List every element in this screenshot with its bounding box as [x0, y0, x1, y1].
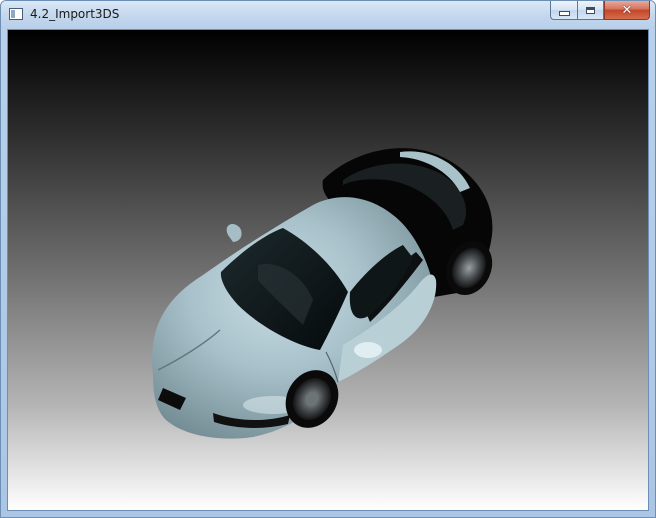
car-render	[152, 148, 493, 439]
close-button[interactable]: ✕	[604, 1, 650, 20]
application-window-icon[interactable]	[9, 8, 23, 20]
opengl-viewport[interactable]	[8, 30, 648, 510]
window-title: 4.2_Import3DS	[30, 7, 120, 21]
maximize-icon	[586, 6, 595, 14]
minimize-icon	[558, 10, 570, 16]
minimize-button[interactable]	[550, 1, 577, 20]
title-bar[interactable]: 4.2_Import3DS ✕	[1, 1, 655, 29]
close-icon: ✕	[621, 2, 633, 18]
application-window: 4.2_Import3DS ✕	[0, 0, 656, 518]
caption-buttons: ✕	[550, 1, 650, 21]
maximize-button[interactable]	[577, 1, 604, 20]
